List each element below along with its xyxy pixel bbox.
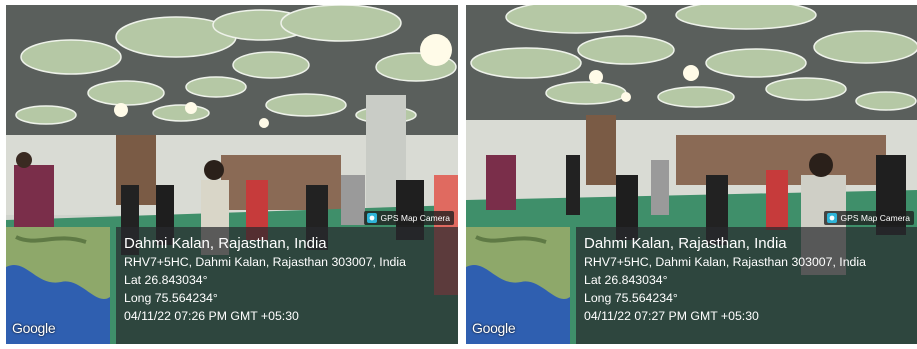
camera-icon bbox=[826, 213, 837, 223]
location-title: Dahmi Kalan, Rajasthan, India bbox=[584, 235, 787, 252]
gps-map-camera-badge: GPS Map Camera bbox=[823, 211, 914, 225]
gps-map-camera-badge: GPS Map Camera bbox=[363, 211, 454, 225]
watermark-text: GPS Map Camera bbox=[840, 213, 910, 223]
address: RHV7+5HC, Dahmi Kalan, Rajasthan 303007,… bbox=[124, 255, 406, 269]
map-thumbnail: Google bbox=[466, 227, 570, 344]
google-label: Google bbox=[12, 320, 56, 336]
timestamp: 04/11/22 07:26 PM GMT +05:30 bbox=[124, 309, 299, 323]
geotag-overlay: Google Dahmi Kalan, Rajasthan, India RHV… bbox=[466, 227, 917, 344]
latitude: Lat 26.843034° bbox=[124, 273, 208, 287]
map-thumbnail: Google bbox=[6, 227, 110, 344]
longitude: Long 75.564234° bbox=[584, 291, 678, 305]
longitude: Long 75.564234° bbox=[124, 291, 218, 305]
camera-icon bbox=[366, 213, 377, 223]
photo-left: GPS Map Camera Google Dahmi Kalan, Rajas… bbox=[6, 5, 458, 344]
watermark-text: GPS Map Camera bbox=[380, 213, 450, 223]
location-title: Dahmi Kalan, Rajasthan, India bbox=[124, 235, 327, 252]
timestamp: 04/11/22 07:27 PM GMT +05:30 bbox=[584, 309, 759, 323]
photo-right: GPS Map Camera Google Dahmi Kalan, Rajas… bbox=[466, 5, 917, 344]
location-info: Dahmi Kalan, Rajasthan, India RHV7+5HC, … bbox=[576, 227, 917, 344]
geotag-overlay: Google Dahmi Kalan, Rajasthan, India RHV… bbox=[6, 227, 458, 344]
address: RHV7+5HC, Dahmi Kalan, Rajasthan 303007,… bbox=[584, 255, 866, 269]
google-label: Google bbox=[472, 320, 516, 336]
location-info: Dahmi Kalan, Rajasthan, India RHV7+5HC, … bbox=[116, 227, 458, 344]
latitude: Lat 26.843034° bbox=[584, 273, 668, 287]
